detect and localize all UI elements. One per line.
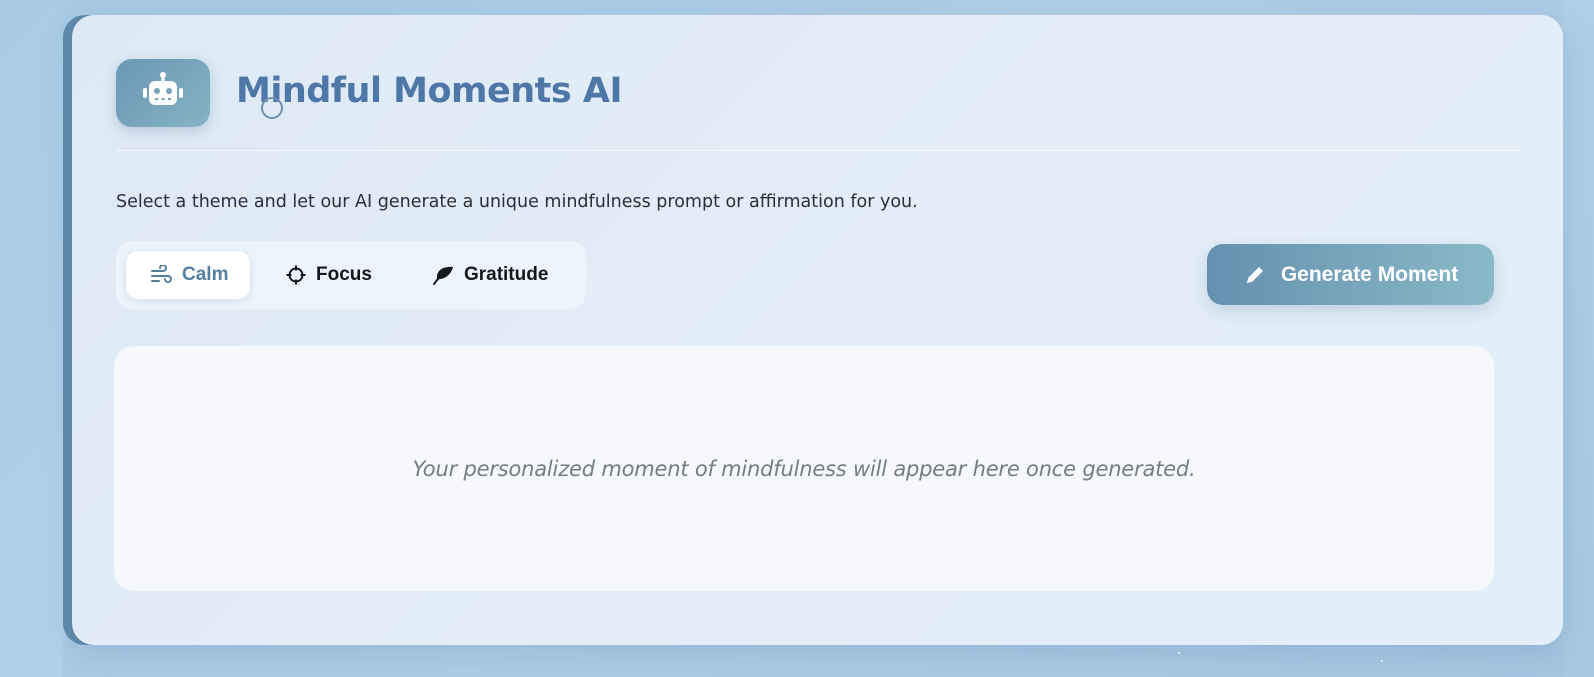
header: Mindful Moments AI <box>116 59 1519 151</box>
theme-tab-label: Gratitude <box>463 264 549 285</box>
cursor-indicator <box>261 97 283 119</box>
crosshair-icon <box>286 265 306 285</box>
theme-tab-gratitude[interactable]: Gratitude <box>372 251 548 299</box>
pencil-icon <box>1243 263 1267 287</box>
sparkle-dot <box>1178 652 1180 654</box>
leaf-icon <box>432 265 454 285</box>
theme-tab-focus[interactable]: Focus <box>250 251 372 299</box>
sparkle-dot <box>1381 660 1383 662</box>
theme-tab-label: Focus <box>316 264 372 285</box>
output-panel: Your personalized moment of mindfulness … <box>114 346 1494 591</box>
theme-tab-label: Calm <box>182 264 229 285</box>
theme-tab-calm[interactable]: Calm <box>126 251 250 299</box>
wind-icon <box>150 265 172 285</box>
main-card: Mindful Moments AI Select a theme and le… <box>72 15 1563 645</box>
intro-text: Select a theme and let our AI generate a… <box>116 192 918 212</box>
theme-selector: Calm Focus Gratitude <box>116 241 586 309</box>
generate-button-label: Generate Moment <box>1280 262 1459 286</box>
robot-icon <box>140 71 186 115</box>
generate-moment-button[interactable]: Generate Moment <box>1207 244 1494 305</box>
output-placeholder: Your personalized moment of mindfulness … <box>412 456 1196 481</box>
app-title: Mindful Moments AI <box>236 71 622 111</box>
app-logo <box>116 59 210 127</box>
